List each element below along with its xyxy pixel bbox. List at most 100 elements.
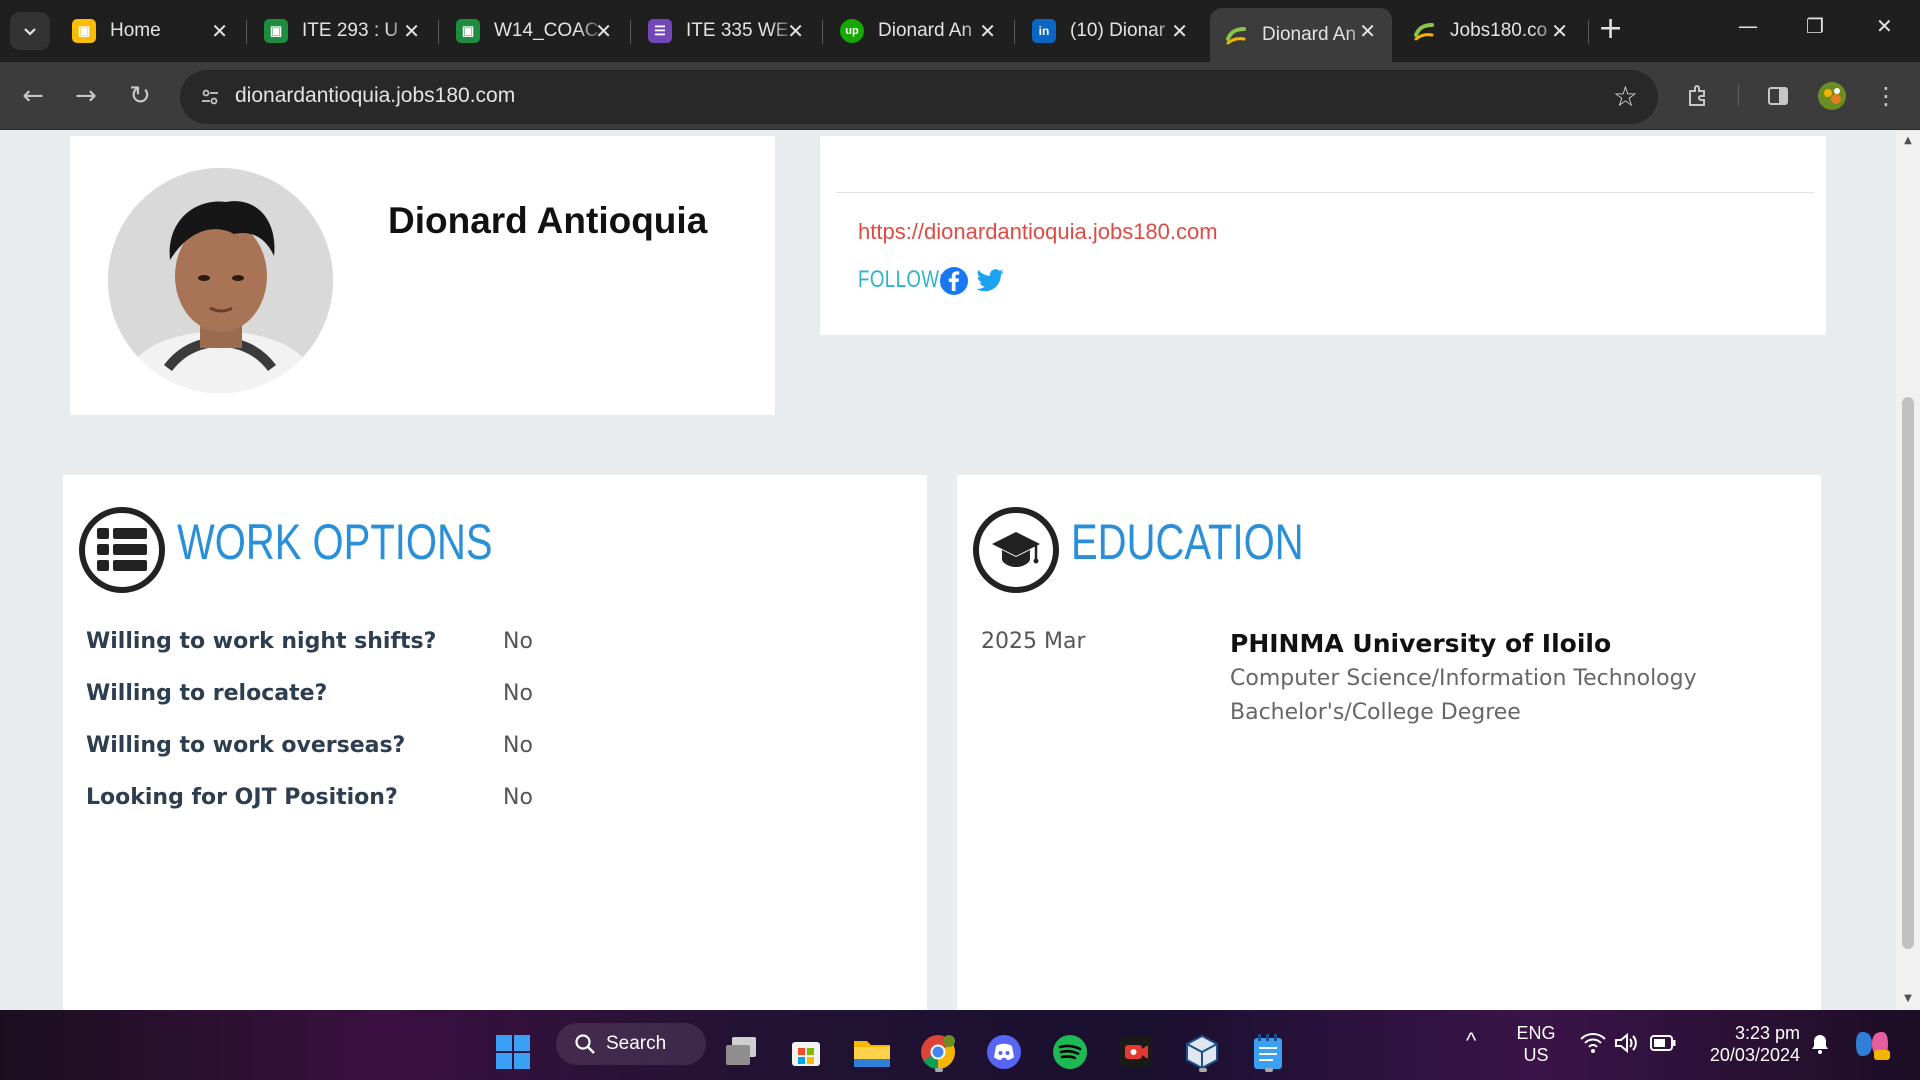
- tab-title: W14_COAC: [494, 20, 599, 41]
- follow-label: FOLLOW:: [858, 266, 945, 293]
- clock-date: 20/03/2024: [1709, 1045, 1800, 1065]
- discord-icon[interactable]: [985, 1033, 1023, 1071]
- address-bar[interactable]: dionardantioquia.jobs180.com ☆: [180, 70, 1658, 124]
- close-icon[interactable]: ✕: [979, 19, 996, 44]
- tab-search-button[interactable]: [10, 12, 50, 50]
- volume-icon[interactable]: [1614, 1032, 1638, 1059]
- screen-recorder-icon[interactable]: [1117, 1033, 1155, 1071]
- copilot-icon[interactable]: [1854, 1026, 1890, 1067]
- twitter-icon[interactable]: [975, 266, 1005, 296]
- close-icon[interactable]: ✕: [211, 19, 228, 44]
- url-text[interactable]: dionardantioquia.jobs180.com: [235, 84, 515, 108]
- education-school: PHINMA University of Iloilo: [1230, 629, 1612, 658]
- keyboard-region: US: [1523, 1045, 1549, 1065]
- google-classroom-icon: ▣: [264, 19, 288, 43]
- profile-card: Dionard Antioquia: [70, 136, 775, 415]
- google-forms-icon: ☰: [648, 19, 672, 43]
- tab-separator: [246, 20, 247, 44]
- scroll-up-icon[interactable]: ▲: [1902, 135, 1914, 146]
- profile-avatar[interactable]: [1816, 80, 1848, 112]
- wifi-icon[interactable]: [1580, 1032, 1606, 1059]
- page-scrollbar[interactable]: ▲ ▼: [1896, 131, 1920, 1010]
- chevron-up-icon[interactable]: ^: [1466, 1030, 1476, 1052]
- close-icon[interactable]: ✕: [403, 19, 420, 44]
- tab-title: Jobs180.co: [1450, 20, 1548, 41]
- tab-separator: [822, 20, 823, 44]
- windows-start-icon[interactable]: [494, 1033, 532, 1071]
- education-degree: Bachelor's/College Degree: [1230, 700, 1521, 725]
- running-indicator: [1199, 1068, 1207, 1072]
- reload-button[interactable]: ↻: [122, 78, 158, 114]
- scroll-thumb[interactable]: [1902, 397, 1914, 949]
- scroll-down-icon[interactable]: ▼: [1902, 993, 1914, 1004]
- close-icon[interactable]: ✕: [1171, 19, 1188, 44]
- jobs180-icon: [1412, 19, 1436, 43]
- taskbar-search[interactable]: Search: [556, 1023, 706, 1065]
- extensions-icon[interactable]: [1682, 80, 1714, 112]
- side-panel-icon[interactable]: [1762, 80, 1794, 112]
- chevron-down-icon: [24, 28, 36, 36]
- battery-icon[interactable]: [1650, 1034, 1676, 1056]
- task-view-icon[interactable]: [722, 1033, 760, 1071]
- facebook-icon[interactable]: [939, 266, 969, 296]
- file-explorer-icon[interactable]: [853, 1033, 891, 1071]
- running-indicator: [1265, 1068, 1273, 1072]
- menu-kebab-icon[interactable]: ⋮: [1870, 80, 1902, 112]
- tab-separator: [438, 20, 439, 44]
- education-field: Computer Science/Information Technology: [1230, 666, 1697, 691]
- minimize-button[interactable]: —: [1738, 14, 1758, 38]
- tab-separator: [1588, 20, 1589, 44]
- website-link[interactable]: https://dionardantioquia.jobs180.com: [858, 219, 1218, 245]
- work-option-value: No: [503, 733, 533, 758]
- close-window-button[interactable]: ✕: [1876, 14, 1893, 38]
- tab-home[interactable]: ▣ Home ✕: [58, 8, 244, 54]
- notepad-icon[interactable]: [1249, 1033, 1287, 1071]
- restore-button[interactable]: ❐: [1806, 14, 1824, 38]
- notification-bell-icon[interactable]: [1808, 1032, 1832, 1061]
- close-icon[interactable]: ✕: [1359, 19, 1376, 44]
- search-label: Search: [606, 1033, 667, 1054]
- spotify-icon[interactable]: [1051, 1033, 1089, 1071]
- virtualbox-icon[interactable]: [1183, 1033, 1221, 1071]
- tab-ite293[interactable]: ▣ ITE 293 : U ✕: [250, 8, 436, 54]
- linkedin-icon: in: [1032, 19, 1056, 43]
- microsoft-store-icon[interactable]: [787, 1033, 825, 1071]
- work-option-value: No: [503, 785, 533, 810]
- tab-title: Dionard An: [878, 20, 973, 41]
- tab-title: Home: [110, 20, 161, 41]
- work-option-label: Looking for OJT Position?: [86, 785, 398, 810]
- site-info-icon[interactable]: [194, 81, 226, 113]
- tab-separator: [1014, 20, 1015, 44]
- tab-jobs180-profile[interactable]: Dionard An ✕: [1210, 8, 1392, 62]
- work-option-label: Willing to work overseas?: [86, 733, 406, 758]
- clock[interactable]: 3:23 pm 20/03/2024: [1698, 1022, 1800, 1066]
- page-viewport: Dionard Antioquia https://dionardantioqu…: [0, 131, 1896, 1010]
- chrome-icon[interactable]: [919, 1033, 957, 1071]
- back-button[interactable]: ←: [15, 78, 51, 114]
- google-classroom-icon: ▣: [72, 19, 96, 43]
- tab-ite335[interactable]: ☰ ITE 335 WE ✕: [634, 8, 820, 54]
- clock-time: 3:23 pm: [1734, 1023, 1800, 1043]
- tab-upwork[interactable]: up Dionard An ✕: [826, 8, 1012, 54]
- education-title: EDUCATION: [1071, 514, 1304, 570]
- tab-w14-coac[interactable]: ▣ W14_COAC ✕: [442, 8, 628, 54]
- work-option-label: Willing to work night shifts?: [86, 629, 437, 654]
- browser-toolbar: ← → ↻ dionardantioquia.jobs180.com ☆ ⋮: [0, 62, 1920, 130]
- tab-jobs180[interactable]: Jobs180.co ✕: [1398, 8, 1584, 54]
- profile-links-card: https://dionardantioquia.jobs180.com FOL…: [820, 136, 1826, 335]
- work-option-value: No: [503, 681, 533, 706]
- language-indicator[interactable]: ENG US: [1514, 1022, 1558, 1066]
- close-icon[interactable]: ✕: [1551, 19, 1568, 44]
- upwork-icon: up: [840, 19, 864, 43]
- new-tab-button[interactable]: +: [1598, 14, 1623, 44]
- work-options-title: WORK OPTIONS: [177, 514, 493, 570]
- work-option-value: No: [503, 629, 533, 654]
- bookmark-star-icon[interactable]: ☆: [1613, 80, 1638, 113]
- forward-button[interactable]: →: [68, 78, 104, 114]
- close-icon[interactable]: ✕: [787, 19, 804, 44]
- education-card: EDUCATION 2025 Mar PHINMA University of …: [957, 475, 1821, 1010]
- tab-linkedin[interactable]: in (10) Dionar ✕: [1018, 8, 1204, 54]
- toolbar-divider: [1738, 84, 1739, 106]
- list-icon: [79, 507, 165, 593]
- close-icon[interactable]: ✕: [595, 19, 612, 44]
